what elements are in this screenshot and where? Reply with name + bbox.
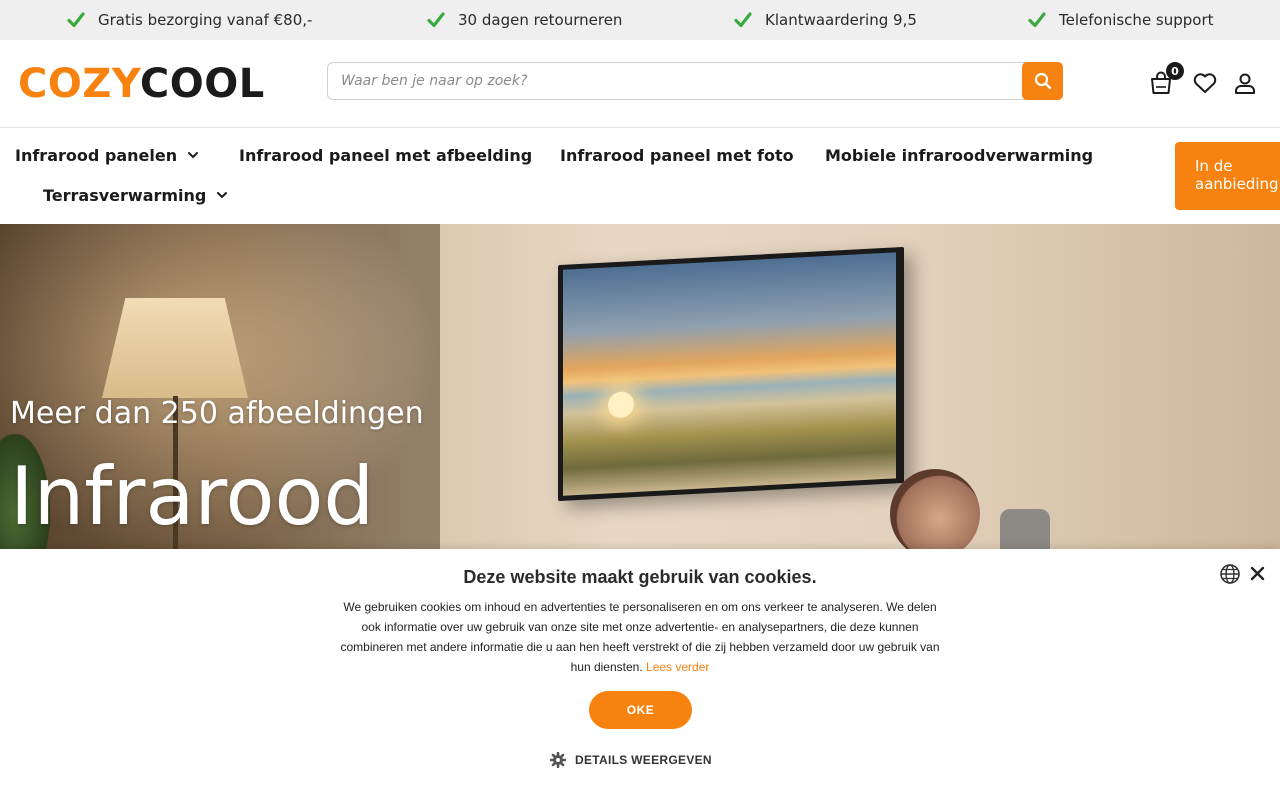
nav-label: Infrarood paneel met foto bbox=[560, 145, 794, 165]
cookie-body: We gebruiken cookies om inhoud en advert… bbox=[340, 600, 940, 674]
nav-label: Terrasverwarming bbox=[43, 185, 207, 205]
usp-item: Gratis bezorging vanaf €80,- bbox=[66, 0, 312, 40]
cookie-text: We gebruiken cookies om inhoud en advert… bbox=[340, 597, 940, 677]
hero-title: Infrarood bbox=[10, 450, 375, 543]
check-icon bbox=[67, 12, 85, 28]
check-icon bbox=[427, 12, 445, 28]
details-toggle[interactable]: DETAILS WEERGEVEN bbox=[550, 751, 712, 769]
chevron-down-icon bbox=[188, 152, 199, 159]
nav-item-infrarood-paneel-afbeelding[interactable]: Infrarood paneel met afbeelding bbox=[239, 143, 532, 167]
nav-item-mobiele-infraroodverwarming[interactable]: Mobiele infraroodverwarming bbox=[825, 143, 1093, 167]
ok-button[interactable]: OKE bbox=[589, 691, 692, 729]
beach-artwork bbox=[563, 252, 896, 496]
search-bar bbox=[327, 62, 1063, 100]
close-icon[interactable] bbox=[1249, 565, 1266, 582]
nav-item-infrarood-paneel-foto[interactable]: Infrarood paneel met foto bbox=[560, 143, 794, 167]
check-icon bbox=[734, 12, 752, 28]
read-more-link[interactable]: Lees verder bbox=[646, 660, 709, 674]
nav-label: Infrarood paneel met afbeelding bbox=[239, 145, 533, 165]
heart-icon[interactable] bbox=[1192, 70, 1218, 96]
cookie-banner: Deze website maakt gebruik van cookies. … bbox=[0, 549, 1280, 800]
nav-item-terrasverwarming[interactable]: Terrasverwarming bbox=[43, 183, 228, 207]
usp-item: Telefonische support bbox=[1027, 0, 1214, 40]
person-image bbox=[890, 469, 980, 549]
logo[interactable]: COZYCOOL bbox=[18, 62, 265, 106]
usp-bar: Gratis bezorging vanaf €80,- 30 dagen re… bbox=[0, 0, 1280, 40]
chevron-down-icon bbox=[217, 192, 228, 199]
user-icon[interactable] bbox=[1232, 70, 1258, 96]
usp-item: Klantwaardering 9,5 bbox=[733, 0, 917, 40]
gear-icon bbox=[550, 752, 566, 768]
hero-banner[interactable]: Meer dan 250 afbeeldingen Infrarood bbox=[0, 224, 1280, 549]
usp-label: Telefonische support bbox=[1059, 11, 1214, 29]
hero-subtitle: Meer dan 250 afbeeldingen bbox=[10, 396, 424, 431]
search-icon bbox=[1034, 72, 1051, 90]
logo-part-cool: COOL bbox=[139, 61, 265, 107]
cart-count-badge: 0 bbox=[1166, 62, 1184, 80]
check-icon bbox=[1028, 12, 1046, 28]
lamp-image bbox=[102, 298, 248, 398]
cookie-title: Deze website maakt gebruik van cookies. bbox=[463, 567, 817, 587]
usp-item: 30 dagen retourneren bbox=[426, 0, 622, 40]
usp-label: Gratis bezorging vanaf €80,- bbox=[98, 11, 313, 29]
logo-part-cozy: COZY bbox=[18, 61, 140, 107]
main-nav: Infrarood panelen Infrarood paneel met a… bbox=[0, 128, 1280, 224]
globe-icon[interactable] bbox=[1219, 563, 1241, 585]
usp-label: Klantwaardering 9,5 bbox=[765, 11, 917, 29]
nav-label: Infrarood panelen bbox=[15, 145, 178, 165]
promo-button[interactable]: In de aanbieding bbox=[1175, 142, 1280, 210]
nav-label: Mobiele infraroodverwarming bbox=[825, 145, 1094, 165]
nav-item-infrarood-panelen[interactable]: Infrarood panelen bbox=[15, 143, 199, 167]
site-header: COZYCOOL 0 bbox=[0, 40, 1280, 128]
details-label: DETAILS WEERGEVEN bbox=[575, 753, 712, 767]
search-input[interactable] bbox=[328, 63, 1018, 99]
sofa-image bbox=[1000, 509, 1050, 549]
infrared-panel-image bbox=[558, 246, 904, 502]
usp-label: 30 dagen retourneren bbox=[458, 11, 623, 29]
search-button[interactable] bbox=[1022, 62, 1063, 100]
